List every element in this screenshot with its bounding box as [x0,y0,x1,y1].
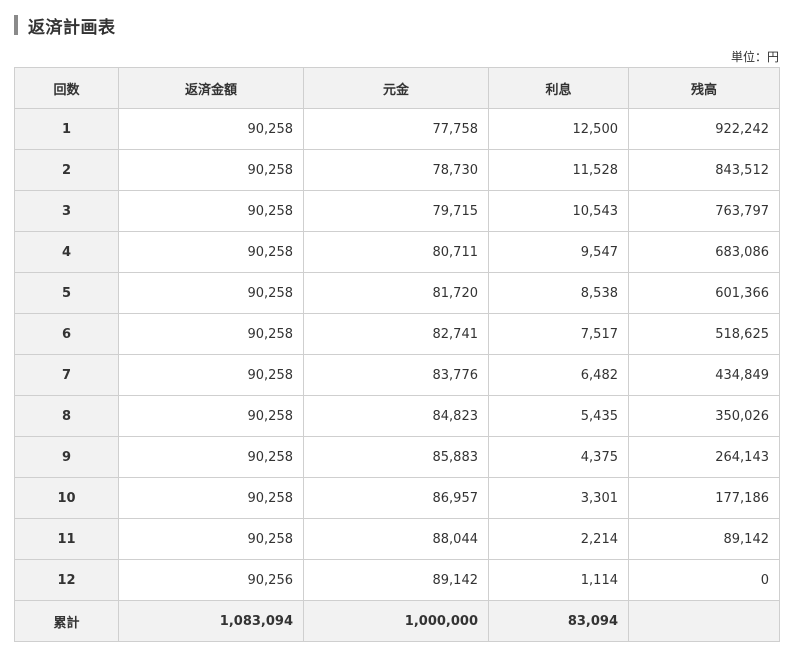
cell-interest: 7,517 [488,313,629,355]
cell-principal: 85,883 [303,436,489,478]
cell-interest: 3,301 [488,477,629,519]
cell-balance: 89,142 [628,518,780,560]
cell-balance: 518,625 [628,313,780,355]
table-row: 6 90,258 82,741 7,517 518,625 [14,313,780,355]
cell-payment: 90,258 [118,477,304,519]
cell-balance: 434,849 [628,354,780,396]
cell-principal: 89,142 [303,559,489,601]
cell-balance: 683,086 [628,231,780,273]
cell-principal: 78,730 [303,149,489,191]
total-label: 累計 [14,600,119,642]
cell-balance: 0 [628,559,780,601]
section-title: 返済計画表 [14,12,116,38]
table-row: 7 90,258 83,776 6,482 434,849 [14,354,780,396]
cell-payment: 90,258 [118,436,304,478]
cell-balance: 350,026 [628,395,780,437]
cell-payment: 90,258 [118,313,304,355]
cell-interest: 10,543 [488,190,629,232]
cell-payment: 90,258 [118,149,304,191]
title-accent-bar [14,15,18,35]
repayment-schedule-table: 回数 返済金額 元金 利息 残高 1 90,258 77,758 12,500 922,… [14,67,780,642]
page-title: 返済計画表 [28,17,116,38]
cell-payment: 90,258 [118,518,304,560]
cell-principal: 79,715 [303,190,489,232]
cell-count: 1 [14,108,119,150]
cell-interest: 8,538 [488,272,629,314]
cell-count: 4 [14,231,119,273]
cell-principal: 80,711 [303,231,489,273]
unit-label: 単位：円 [730,50,779,64]
cell-count: 8 [14,395,119,437]
cell-count: 5 [14,272,119,314]
cell-interest: 6,482 [488,354,629,396]
cell-count: 12 [14,559,119,601]
cell-balance: 264,143 [628,436,780,478]
cell-principal: 83,776 [303,354,489,396]
table-body: 1 90,258 77,758 12,500 922,242 2 90,258 78,730 1… [14,108,780,601]
cell-principal: 77,758 [303,108,489,150]
table-header-row: 回数 返済金額 元金 利息 残高 [14,67,780,109]
cell-interest: 11,528 [488,149,629,191]
table-row: 8 90,258 84,823 5,435 350,026 [14,395,780,437]
cell-payment: 90,258 [118,272,304,314]
cell-count: 2 [14,149,119,191]
cell-balance: 601,366 [628,272,780,314]
cell-balance: 922,242 [628,108,780,150]
total-balance [628,600,780,642]
cell-payment: 90,258 [118,395,304,437]
cell-interest: 2,214 [488,518,629,560]
table-row: 3 90,258 79,715 10,543 763,797 [14,190,780,232]
cell-interest: 4,375 [488,436,629,478]
cell-payment: 90,256 [118,559,304,601]
cell-payment: 90,258 [118,108,304,150]
cell-count: 11 [14,518,119,560]
table-row: 2 90,258 78,730 11,528 843,512 [14,149,780,191]
table-row: 11 90,258 88,044 2,214 89,142 [14,518,780,560]
cell-count: 3 [14,190,119,232]
cell-count: 7 [14,354,119,396]
total-row: 累計 1,083,094 1,000,000 83,094 [14,600,780,642]
header-principal: 元金 [303,67,489,109]
table-row: 5 90,258 81,720 8,538 601,366 [14,272,780,314]
total-payment: 1,083,094 [118,600,304,642]
header-payment: 返済金額 [118,67,304,109]
table-row: 12 90,256 89,142 1,114 0 [14,559,780,601]
total-interest: 83,094 [488,600,629,642]
header-balance: 残高 [628,67,780,109]
cell-principal: 82,741 [303,313,489,355]
cell-interest: 5,435 [488,395,629,437]
cell-balance: 843,512 [628,149,780,191]
header-interest: 利息 [488,67,629,109]
cell-balance: 763,797 [628,190,780,232]
cell-count: 10 [14,477,119,519]
cell-interest: 9,547 [488,231,629,273]
cell-count: 6 [14,313,119,355]
cell-balance: 177,186 [628,477,780,519]
cell-principal: 86,957 [303,477,489,519]
table-row: 10 90,258 86,957 3,301 177,186 [14,477,780,519]
cell-principal: 84,823 [303,395,489,437]
cell-interest: 1,114 [488,559,629,601]
table-row: 9 90,258 85,883 4,375 264,143 [14,436,780,478]
cell-principal: 88,044 [303,518,489,560]
cell-interest: 12,500 [488,108,629,150]
total-principal: 1,000,000 [303,600,489,642]
cell-payment: 90,258 [118,190,304,232]
cell-payment: 90,258 [118,354,304,396]
cell-payment: 90,258 [118,231,304,273]
cell-principal: 81,720 [303,272,489,314]
header-count: 回数 [14,67,119,109]
table-row: 4 90,258 80,711 9,547 683,086 [14,231,780,273]
cell-count: 9 [14,436,119,478]
table-row: 1 90,258 77,758 12,500 922,242 [14,108,780,150]
